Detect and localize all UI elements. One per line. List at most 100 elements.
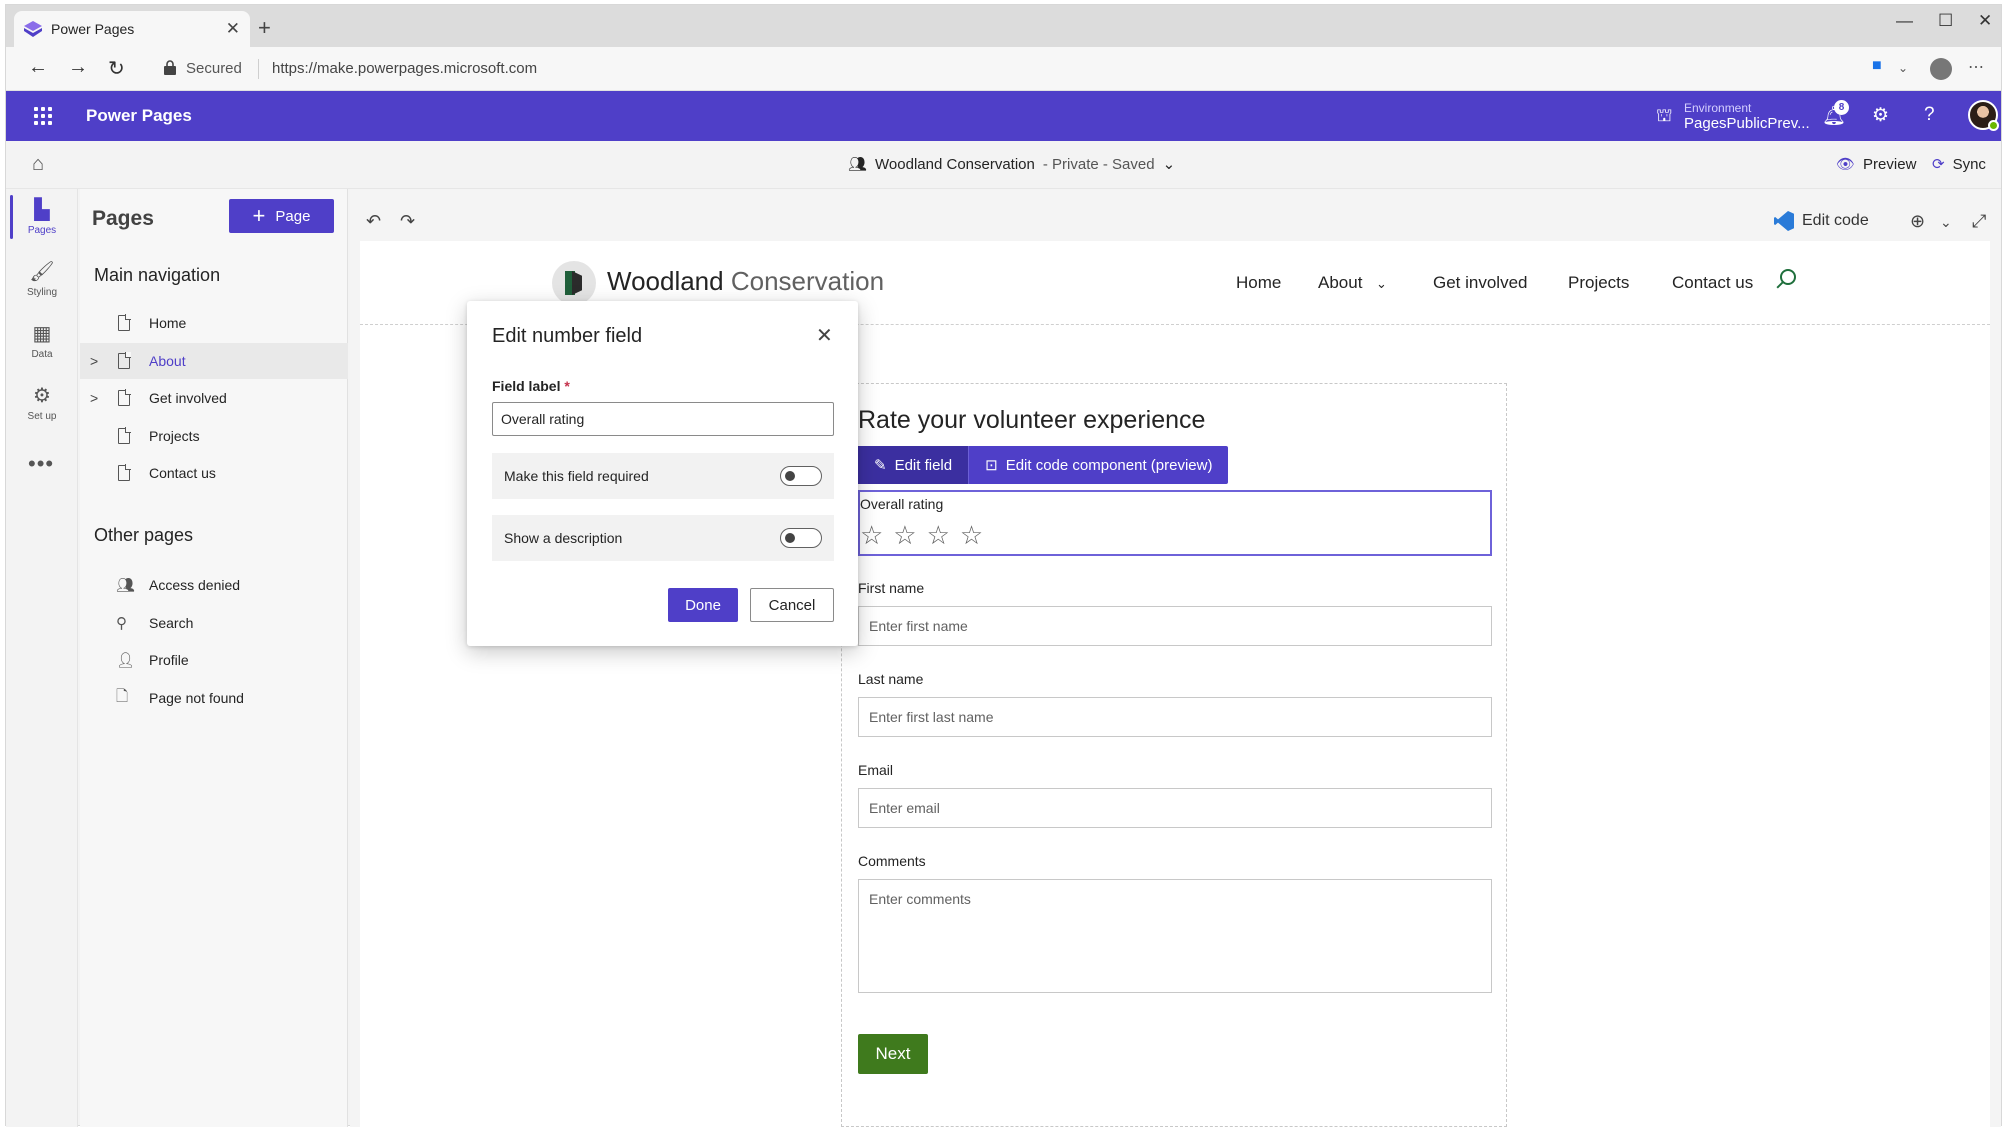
page-icon — [118, 314, 131, 331]
home-icon[interactable]: ⌂ — [32, 153, 44, 176]
chevron-down-icon[interactable]: ⌄ — [1940, 214, 1952, 231]
rail-item-data[interactable]: ▦ Data — [6, 313, 78, 373]
extension-icon[interactable]: ■ — [1872, 57, 1882, 75]
required-toggle[interactable] — [780, 466, 822, 486]
minimize-icon[interactable]: — — [1896, 11, 1913, 31]
field-label-input[interactable]: Overall rating — [492, 402, 834, 436]
nav-item-profile[interactable]: 👤︎ Profile — [80, 642, 348, 678]
email-input[interactable]: Enter email — [858, 788, 1492, 828]
main-navigation-heading: Main navigation — [94, 265, 221, 285]
page-icon — [118, 389, 131, 406]
site-nav-projects[interactable]: Projects — [1568, 273, 1629, 293]
broken-page-icon: 🗋︎ — [116, 687, 129, 705]
page-icon — [118, 427, 131, 444]
preview-button[interactable]: 👁︎ Preview — [1836, 155, 1917, 174]
page-icon: ▙ — [34, 199, 50, 221]
nav-item-search[interactable]: ⚲ Search — [80, 605, 348, 641]
plus-icon: + — [252, 203, 266, 228]
site-nav-contact-us[interactable]: Contact us — [1672, 273, 1753, 293]
rail-item-styling[interactable]: 🖌︎ Styling — [6, 251, 78, 311]
nav-item-access-denied[interactable]: 👥︎ Access denied — [80, 567, 348, 603]
paintbrush-icon: 🖌︎ — [29, 261, 55, 283]
nav-item-page-not-found[interactable]: 🗋︎ Page not found — [80, 680, 348, 716]
app-header: Power Pages ⛫ Environment PagesPublicPre… — [6, 91, 2001, 141]
back-icon[interactable]: ← — [28, 56, 48, 79]
people-icon: 👥︎ — [848, 156, 868, 173]
rating-field[interactable]: Overall rating ☆☆☆☆ — [858, 490, 1492, 556]
nav-item-label: About — [149, 353, 186, 369]
chevron-down-icon: ⌄ — [1162, 156, 1176, 173]
environment-picker[interactable]: PagesPublicPrev... — [1684, 115, 1810, 132]
people-lock-icon: 👥︎ — [116, 577, 136, 594]
new-tab-icon[interactable]: + — [258, 15, 271, 41]
browser-tab[interactable]: Power Pages ✕ — [14, 11, 250, 47]
edit-code-component-label: Edit code component (preview) — [1005, 456, 1213, 474]
last-name-input[interactable]: Enter first last name — [858, 697, 1492, 737]
zoom-icon[interactable]: ⊕ — [1910, 211, 1925, 232]
expand-icon[interactable]: ⤢ — [1972, 211, 1986, 232]
edit-field-label: Edit field — [894, 456, 953, 474]
notification-badge: 8 — [1834, 100, 1849, 115]
address-bar: ← → ↻ Secured https://make.powerpages.mi… — [6, 47, 2001, 91]
app-launcher-icon[interactable] — [34, 107, 52, 125]
settings-gear-icon[interactable]: ⚙ — [1872, 104, 1889, 127]
environment-label: Environment — [1684, 101, 1752, 115]
next-button[interactable]: Next — [858, 1034, 928, 1074]
nav-item-about[interactable]: > About — [80, 343, 348, 379]
field-toolbar: ✎ Edit field ⊡ Edit code component (prev… — [858, 446, 1229, 484]
search-icon: ⚲ — [116, 615, 127, 632]
add-page-button[interactable]: + Page — [229, 199, 334, 233]
site-nav-home[interactable]: Home — [1236, 273, 1281, 293]
help-icon[interactable]: ? — [1924, 104, 1935, 126]
browser-profile-avatar[interactable] — [1930, 58, 1952, 80]
comments-textarea[interactable]: Enter comments — [858, 879, 1492, 993]
more-icon[interactable]: ••• — [28, 451, 54, 477]
undo-icon[interactable]: ↶ — [366, 211, 381, 232]
search-icon[interactable] — [1780, 269, 1796, 285]
code-component-icon: ⊡ — [985, 457, 998, 474]
chevron-down-icon[interactable]: ⌄ — [1898, 61, 1908, 75]
cancel-button[interactable]: Cancel — [750, 588, 834, 622]
eye-icon: 👁︎ — [1836, 156, 1856, 173]
nav-item-label: Access denied — [149, 577, 241, 593]
nav-item-label: Projects — [149, 428, 200, 444]
form-region[interactable]: Rate your volunteer experience ✎ Edit fi… — [841, 383, 1507, 1127]
close-window-icon[interactable]: ✕ — [1978, 11, 1992, 31]
sync-button[interactable]: ⟳ Sync — [1932, 155, 1986, 174]
url-field[interactable]: https://make.powerpages.microsoft.com — [272, 60, 537, 77]
rail-item-pages[interactable]: ▙ Pages — [6, 189, 78, 249]
edit-code-button[interactable]: Edit code — [1774, 211, 1869, 231]
forward-icon[interactable]: → — [68, 56, 88, 79]
pencil-icon: ✎ — [874, 457, 887, 474]
rail-label: Pages — [27, 225, 57, 236]
site-nav-about[interactable]: About — [1318, 273, 1362, 293]
nav-item-get-involved[interactable]: > Get involved — [80, 380, 348, 416]
close-icon[interactable]: ✕ — [816, 323, 833, 348]
site-nav-get-involved[interactable]: Get involved — [1433, 273, 1528, 293]
nav-item-projects[interactable]: Projects — [80, 418, 348, 454]
environment-icon: ⛫ — [1656, 105, 1673, 125]
star-rating-icons[interactable]: ☆☆☆☆ — [860, 520, 993, 551]
preview-label: Preview — [1863, 155, 1917, 173]
pages-panel: Pages + Page Main navigation Home > Abou… — [80, 189, 348, 1127]
edit-field-button[interactable]: ✎ Edit field — [858, 446, 969, 484]
chevron-right-icon[interactable]: > — [90, 353, 98, 369]
chevron-right-icon[interactable]: > — [90, 390, 98, 406]
nav-item-home[interactable]: Home — [80, 305, 348, 341]
refresh-icon[interactable]: ↻ — [108, 56, 125, 81]
site-status-dropdown[interactable]: 👥︎ Woodland Conservation - Private - Sav… — [848, 155, 1176, 174]
chevron-down-icon[interactable]: ⌄ — [1376, 276, 1387, 292]
description-toggle[interactable] — [780, 528, 822, 548]
done-button[interactable]: Done — [668, 588, 738, 622]
browser-tabstrip: Power Pages ✕ + — ☐ ✕ — [6, 5, 2001, 47]
redo-icon[interactable]: ↷ — [400, 211, 415, 232]
edit-code-component-button[interactable]: ⊡ Edit code component (preview) — [968, 446, 1228, 484]
rail-item-setup[interactable]: ⚙ Set up — [6, 375, 78, 435]
close-tab-icon[interactable]: ✕ — [226, 19, 240, 39]
maximize-icon[interactable]: ☐ — [1938, 11, 1953, 31]
edit-number-field-dialog: Edit number field ✕ Field label * Overal… — [467, 301, 858, 646]
first-name-input[interactable]: Enter first name — [858, 606, 1492, 646]
form-title: Rate your volunteer experience — [858, 406, 1206, 434]
nav-item-contact-us[interactable]: Contact us — [80, 455, 348, 491]
more-icon[interactable]: ⋯ — [1968, 57, 1984, 77]
